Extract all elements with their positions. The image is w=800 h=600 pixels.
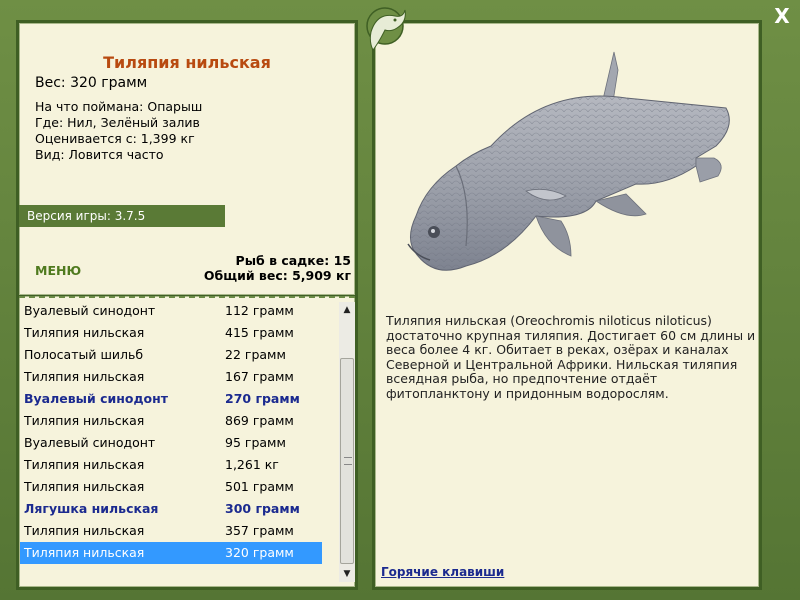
catch-list-row[interactable]: Вуалевый синодонт 95 грамм: [20, 432, 322, 454]
catch-fish-name: Тиляпия нильская: [24, 545, 145, 560]
menu-button[interactable]: МЕНЮ: [35, 263, 81, 278]
hotkeys-link[interactable]: Горячие клавиши: [381, 565, 504, 579]
catch-fish-name: Тиляпия нильская: [24, 325, 145, 340]
catch-fish-name: Лягушка нильская: [24, 501, 159, 516]
catch-fish-name: Тиляпия нильская: [24, 369, 145, 384]
catch-list-row[interactable]: Тиляпия нильская 501 грамм: [20, 476, 322, 498]
catch-fish-name: Полосатый шильб: [24, 347, 144, 362]
cage-stats: Рыб в садке: 15 Общий вес: 5,909 кг: [204, 253, 351, 283]
fish-picture: [407, 51, 730, 271]
cage-count: Рыб в садке: 15: [235, 253, 351, 268]
scroll-up-icon[interactable]: ▲: [339, 302, 355, 318]
catch-list[interactable]: Вуалевый синодонт 112 грамм Тиляпия нильск…: [20, 300, 322, 568]
catch-list-row[interactable]: Тиляпия нильская 320 грамм: [20, 542, 322, 564]
catch-fish-name: Вуалевый синодонт: [24, 303, 156, 318]
fish-info-lines: На что поймана: Опарыш Где: Нил, Зелёный…: [35, 99, 202, 163]
catch-fish-name: Вуалевый синодонт: [24, 435, 156, 450]
catch-list-row[interactable]: Лягушка нильская 300 грамм: [20, 498, 322, 520]
catch-fish-name: Тиляпия нильская: [24, 523, 145, 538]
fish-title: Тиляпия нильская: [103, 53, 271, 72]
scrollbar-grip: [344, 457, 352, 465]
catch-fish-weight: 22 грамм: [225, 347, 286, 362]
catch-fish-weight: 270 грамм: [225, 391, 300, 406]
catch-fish-name: Тиляпия нильская: [24, 457, 145, 472]
fish-weight: Вес: 320 грамм: [35, 75, 148, 91]
catch-list-scrollbar[interactable]: ▲ ▼: [339, 302, 355, 582]
version-bar: Версия игры: 3.7.5: [19, 205, 225, 227]
caught-on-text: На что поймана: Опарыш: [35, 99, 203, 114]
catch-fish-weight: 869 грамм: [225, 413, 294, 428]
catch-fish-weight: 112 грамм: [225, 303, 294, 318]
catch-list-row[interactable]: Тиляпия нильская 869 грамм: [20, 410, 322, 432]
catch-list-row[interactable]: Вуалевый синодонт 112 грамм: [20, 300, 322, 322]
catch-list-row[interactable]: Тиляпия нильская 167 грамм: [20, 366, 322, 388]
catch-fish-name: Тиляпия нильская: [24, 413, 145, 428]
catch-fish-weight: 357 грамм: [225, 523, 294, 538]
scrollbar-thumb[interactable]: [340, 358, 354, 564]
catch-fish-weight: 167 грамм: [225, 369, 294, 384]
catch-list-row[interactable]: Тиляпия нильская 415 грамм: [20, 322, 322, 344]
location-text: Где: Нил, Зелёный залив: [35, 115, 200, 130]
catch-fish-weight: 300 грамм: [225, 501, 300, 516]
scroll-down-icon[interactable]: ▼: [339, 566, 355, 582]
valued-at-text: Оценивается с: 1,399 кг: [35, 131, 195, 146]
frequency-text: Вид: Ловится часто: [35, 147, 164, 162]
dashed-divider: [19, 296, 355, 298]
fish-description: Тиляпия нильская (Oreochromis niloticus …: [386, 313, 756, 401]
catch-list-row[interactable]: Тиляпия нильская 1,261 кг: [20, 454, 322, 476]
fish-logo-icon: [366, 7, 406, 51]
catch-fish-weight: 320 грамм: [225, 545, 294, 560]
catch-fish-name: Тиляпия нильская: [24, 479, 145, 494]
catch-fish-name: Вуалевый синодонт: [24, 391, 169, 406]
catch-fish-weight: 415 грамм: [225, 325, 294, 340]
catch-list-row[interactable]: Вуалевый синодонт 270 грамм: [20, 388, 322, 410]
catch-list-row[interactable]: Тиляпия нильская 357 грамм: [20, 520, 322, 542]
fish-info-panel: Тиляпия нильская Вес: 320 грамм На что п…: [16, 20, 358, 298]
catch-fish-weight: 95 грамм: [225, 435, 286, 450]
cage-total-weight: Общий вес: 5,909 кг: [203, 268, 351, 283]
close-icon[interactable]: X: [770, 4, 794, 28]
catch-list-row[interactable]: Полосатый шильб 22 грамм: [20, 344, 322, 366]
catch-fish-weight: 501 грамм: [225, 479, 294, 494]
catch-fish-weight: 1,261 кг: [225, 457, 279, 472]
